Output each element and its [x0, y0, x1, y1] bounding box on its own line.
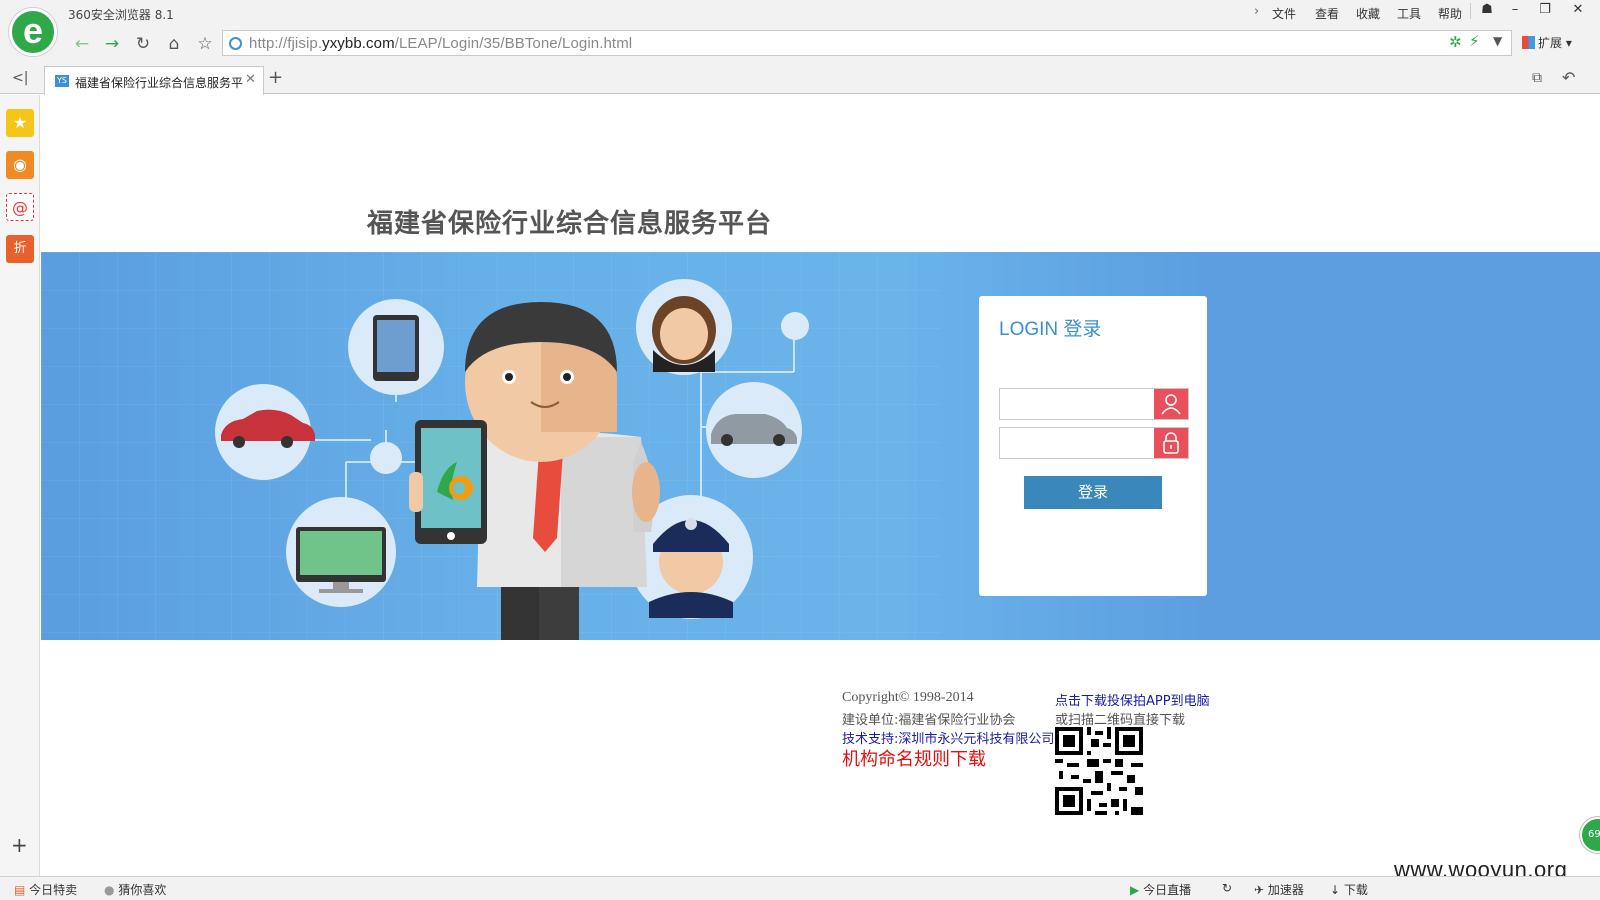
monitor-icon [286, 497, 396, 607]
menu-expand-icon[interactable]: › [1254, 4, 1259, 19]
back-arrow-icon[interactable]: ← [69, 32, 95, 56]
refresh-icon[interactable]: ↻ [130, 32, 156, 56]
menu-tools[interactable]: 工具 [1397, 5, 1421, 22]
left-sidebar: ★ ◉ @ 折 + [0, 95, 40, 878]
silver-car-icon [706, 382, 802, 478]
url-input[interactable]: http://fjisip.yxybb.com/LEAP/Login/35/BB… [222, 30, 1512, 56]
restore-tabs-icon[interactable]: ⧉ [1532, 70, 1542, 86]
menu-favorites[interactable]: 收藏 [1356, 5, 1380, 22]
login-panel: LOGIN 登录 登录 [979, 296, 1207, 596]
new-tab-button[interactable]: + [268, 67, 283, 88]
menu-file[interactable]: 文件 [1272, 5, 1296, 22]
username-field[interactable] [999, 388, 1189, 420]
lock-icon [1154, 428, 1188, 458]
dot-icon: ● [104, 883, 115, 897]
add-sidebar-item-icon[interactable]: + [11, 833, 28, 857]
close-window-button[interactable]: ✕ [1564, 0, 1592, 22]
guess-like-button[interactable]: ● 猜你喜欢 [104, 881, 166, 898]
maximize-button[interactable]: ❐ [1531, 0, 1559, 22]
tab-login-page[interactable]: YS 福建省保险行业综合信息服务平台 ✕ [44, 66, 264, 95]
status-bar: ▤ 今日特卖 ● 猜你喜欢 ▶ 今日直播 ↻ ✈ 加速器 ↓ 下载 [0, 876, 1600, 900]
speed-test-icon[interactable]: ✲ [1449, 33, 1462, 51]
url-text[interactable]: http://fjisip.yxybb.com/LEAP/Login/35/BB… [249, 35, 632, 52]
insurance-illustration [215, 279, 809, 640]
divider [1470, 3, 1471, 19]
gift-icon: ▤ [14, 883, 26, 897]
skin-icon[interactable]: ☗ [1473, 0, 1501, 22]
tab-title: 福建省保险行业综合信息服务平台 [75, 76, 243, 90]
play-icon: ▶ [1130, 883, 1140, 897]
red-car-icon [215, 384, 315, 480]
menu-help[interactable]: 帮助 [1438, 5, 1462, 22]
tab-bar: <| YS 福建省保险行业综合信息服务平台 ✕ + ⧉ ↶ [0, 62, 1600, 95]
download-button[interactable]: ↓ 下载 [1330, 881, 1368, 898]
minimize-button[interactable]: – [1501, 0, 1529, 22]
turbo-bolt-icon[interactable]: ⚡ [1469, 32, 1480, 50]
refresh-status-icon[interactable]: ↻ [1222, 881, 1232, 895]
password-input[interactable] [1000, 428, 1154, 458]
today-live-button[interactable]: ▶ 今日直播 [1130, 881, 1191, 898]
undo-close-icon[interactable]: ↶ [1562, 68, 1575, 87]
favicon-icon: YS [55, 75, 69, 87]
home-icon[interactable]: ⌂ [161, 32, 187, 56]
password-field[interactable] [999, 427, 1189, 459]
extensions-icon [1522, 36, 1535, 49]
builder-text: 建设单位:福建省保险行业协会 [842, 713, 1016, 728]
star-icon[interactable]: ★ [6, 109, 34, 137]
floating-assistant-badge[interactable]: 69 [1580, 817, 1600, 853]
rocket-icon: ✈ [1254, 883, 1265, 897]
browser-logo-icon[interactable]: e [9, 8, 57, 56]
hero-banner: LOGIN 登录 登录 [41, 252, 1600, 640]
app-download-link[interactable]: 点击下载投保拍APP到电脑 [1055, 690, 1210, 709]
naming-rules-download-link[interactable]: 机构命名规则下载 [842, 745, 986, 771]
today-sale-button[interactable]: ▤ 今日特卖 [14, 881, 77, 898]
username-input[interactable] [1000, 389, 1154, 419]
mail-icon[interactable]: @ [6, 193, 34, 221]
scan-hint-text: 或扫描二维码直接下载 [1055, 713, 1186, 728]
close-tab-icon[interactable]: ✕ [245, 72, 256, 87]
page-title: 福建省保险行业综合信息服务平台 [367, 209, 773, 239]
favorite-star-icon[interactable]: ☆ [192, 32, 218, 56]
tablet-icon [348, 299, 444, 395]
weibo-icon[interactable]: ◉ [6, 151, 34, 179]
chevron-down-icon[interactable]: ▼ [1493, 34, 1502, 48]
qr-code-icon [1055, 727, 1143, 815]
globe-icon [229, 37, 242, 50]
login-button[interactable]: 登录 [1024, 476, 1162, 509]
discount-icon[interactable]: 折 [6, 235, 34, 263]
sidebar-toggle-icon[interactable]: <| [12, 70, 28, 86]
menu-view[interactable]: 查看 [1315, 5, 1339, 22]
login-title: LOGIN 登录 [999, 319, 1102, 340]
agent-character [409, 302, 660, 640]
accelerator-button[interactable]: ✈ 加速器 [1254, 881, 1304, 898]
extensions-button[interactable]: 扩展 ▾ [1522, 34, 1572, 51]
user-icon [1154, 389, 1188, 419]
address-bar: ← → ↻ ⌂ ☆ http://fjisip.yxybb.com/LEAP/L… [0, 26, 1600, 62]
copyright-text: Copyright© 1998-2014 [842, 690, 974, 705]
download-arrow-icon: ↓ [1330, 883, 1341, 897]
title-bar: 360安全浏览器 8.1 › 文件 查看 收藏 工具 帮助 ☗ – ❐ ✕ [0, 0, 1600, 26]
woman-avatar-icon [636, 279, 732, 375]
app-title: 360安全浏览器 8.1 [68, 8, 174, 22]
forward-arrow-icon[interactable]: → [99, 32, 125, 56]
